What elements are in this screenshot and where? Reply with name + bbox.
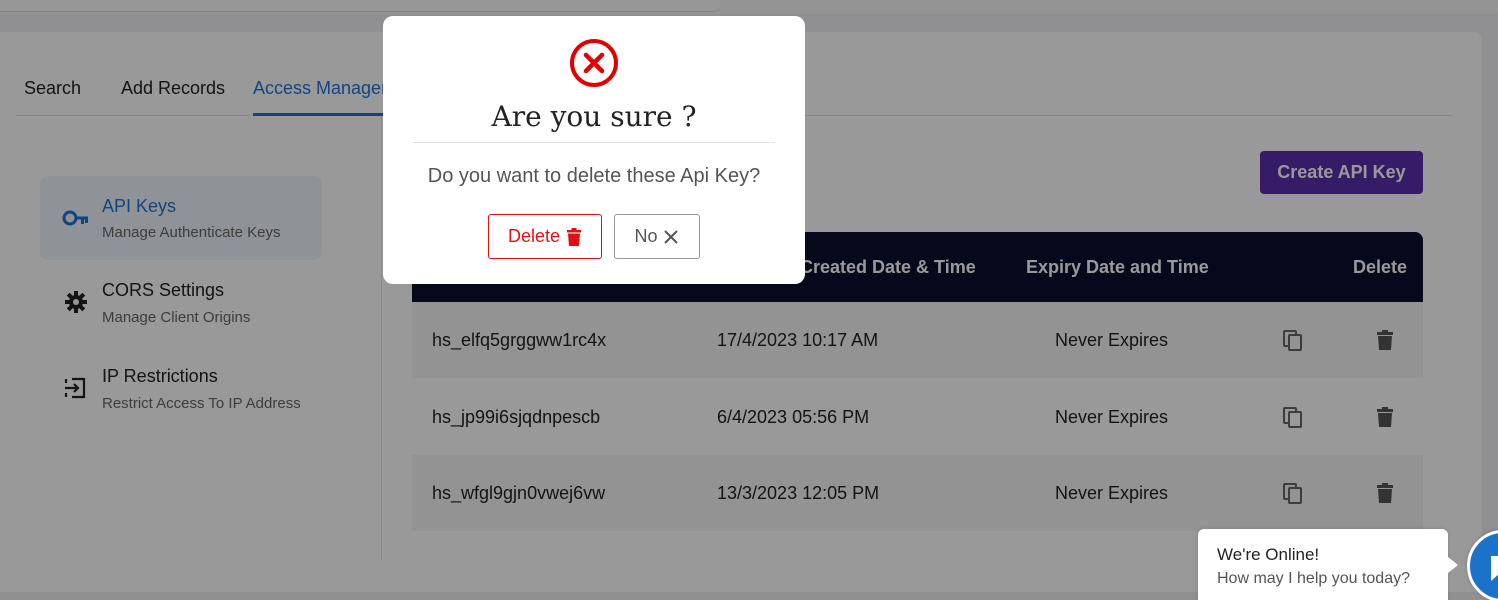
- confirm-delete-button[interactable]: Delete: [488, 214, 602, 259]
- dialog-message: Do you want to delete these Api Key?: [427, 165, 761, 187]
- chat-icon: [1491, 556, 1498, 581]
- trash-icon: [567, 227, 582, 246]
- close-icon: [663, 229, 678, 244]
- dialog-title: Are you sure ?: [491, 100, 697, 133]
- dialog-separator: [413, 142, 775, 143]
- delete-label: Delete: [507, 226, 561, 246]
- cancel-button[interactable]: No: [614, 214, 700, 259]
- confirm-delete-dialog: Are you sure ? Do you want to delete the…: [383, 16, 805, 284]
- chat-greeting-subtitle: How may I help you today?: [1217, 570, 1410, 587]
- chat-greeting-bubble[interactable]: We're Online! How may I help you today?: [1198, 529, 1458, 600]
- error-x-circle-icon: [570, 39, 618, 87]
- chat-greeting-title: We're Online!: [1217, 545, 1320, 564]
- no-label: No: [634, 226, 658, 246]
